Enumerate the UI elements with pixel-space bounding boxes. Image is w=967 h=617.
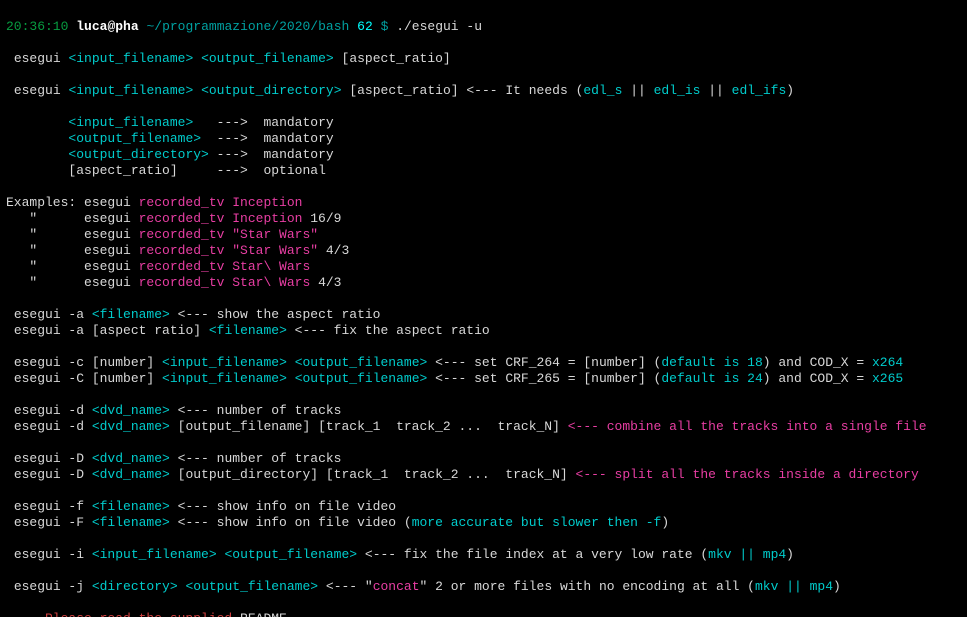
usage-2-edl1: edl_s (583, 83, 622, 98)
user-host: luca@pha (76, 19, 138, 34)
opt-i-desc: <--- fix the file index at a very low ra… (357, 547, 708, 562)
example-4: recorded_tv "Star Wars" (139, 243, 318, 258)
usage-2-ar: [aspect_ratio] (349, 83, 458, 98)
readme-note: Please read the supplied (6, 611, 240, 617)
example-1: recorded_tv Inception (139, 195, 303, 210)
usage-2-edl2: edl_is (654, 83, 701, 98)
opt-d-combine: <--- combine all the tracks into a singl… (568, 419, 927, 434)
param-output-dir: <output_directory> (68, 147, 208, 162)
param-aspect: [aspect_ratio] (68, 163, 177, 178)
opt-j-desc: <--- " (318, 579, 373, 594)
opt-C-desc: <--- set CRF_265 = [number] ( (427, 371, 661, 386)
usage-2-cmd: esegui (14, 83, 61, 98)
terminal-output: 20:36:10 luca@pha ~/programmazione/2020/… (0, 13, 967, 617)
history-num: 62 (357, 19, 373, 34)
dollar: $ (381, 19, 389, 34)
param-input: <input_filename> (68, 115, 193, 130)
usage-1-in: <input_filename> (68, 51, 193, 66)
usage-2-edl3: edl_ifs (732, 83, 787, 98)
example-3: recorded_tv "Star Wars" (139, 227, 318, 242)
param-output-file: <output_filename> (68, 131, 201, 146)
opt-a-file: <filename> (92, 307, 170, 322)
opt-a2-desc: <--- fix the aspect ratio (287, 323, 490, 338)
opt-D-desc: <--- number of tracks (170, 451, 342, 466)
usage-2-out: <output_directory> (201, 83, 341, 98)
opt-a-desc: <--- show the aspect ratio (170, 307, 381, 322)
typed-command[interactable]: ./esegui -u (396, 19, 482, 34)
example-5: recorded_tv Star\ Wars (139, 259, 311, 274)
opt-D-split: <--- split all the tracks inside a direc… (576, 467, 919, 482)
timestamp: 20:36:10 (6, 19, 68, 34)
usage-2-in: <input_filename> (68, 83, 193, 98)
usage-1-out: <output_filename> (201, 51, 334, 66)
opt-f-desc: <--- show info on file video (170, 499, 396, 514)
examples-heading: Examples: (6, 195, 84, 210)
usage-1-cmd: esegui (14, 51, 61, 66)
opt-c-desc: <--- set CRF_264 = [number] ( (427, 355, 661, 370)
prompt-line[interactable]: 20:36:10 luca@pha ~/programmazione/2020/… (6, 19, 482, 34)
opt-d-desc: <--- number of tracks (170, 403, 342, 418)
usage-1-ar: [aspect_ratio] (342, 51, 451, 66)
usage-2-needs: <--- It needs ( (459, 83, 584, 98)
example-2: recorded_tv Inception (139, 211, 303, 226)
cwd: /programmazione/2020/bash (154, 19, 349, 34)
example-6: recorded_tv Star\ Wars (139, 275, 311, 290)
opt-F-desc: <--- show info on file video ( (170, 515, 412, 530)
opt-a2-file: <filename> (209, 323, 287, 338)
readme-word: README (240, 611, 287, 617)
